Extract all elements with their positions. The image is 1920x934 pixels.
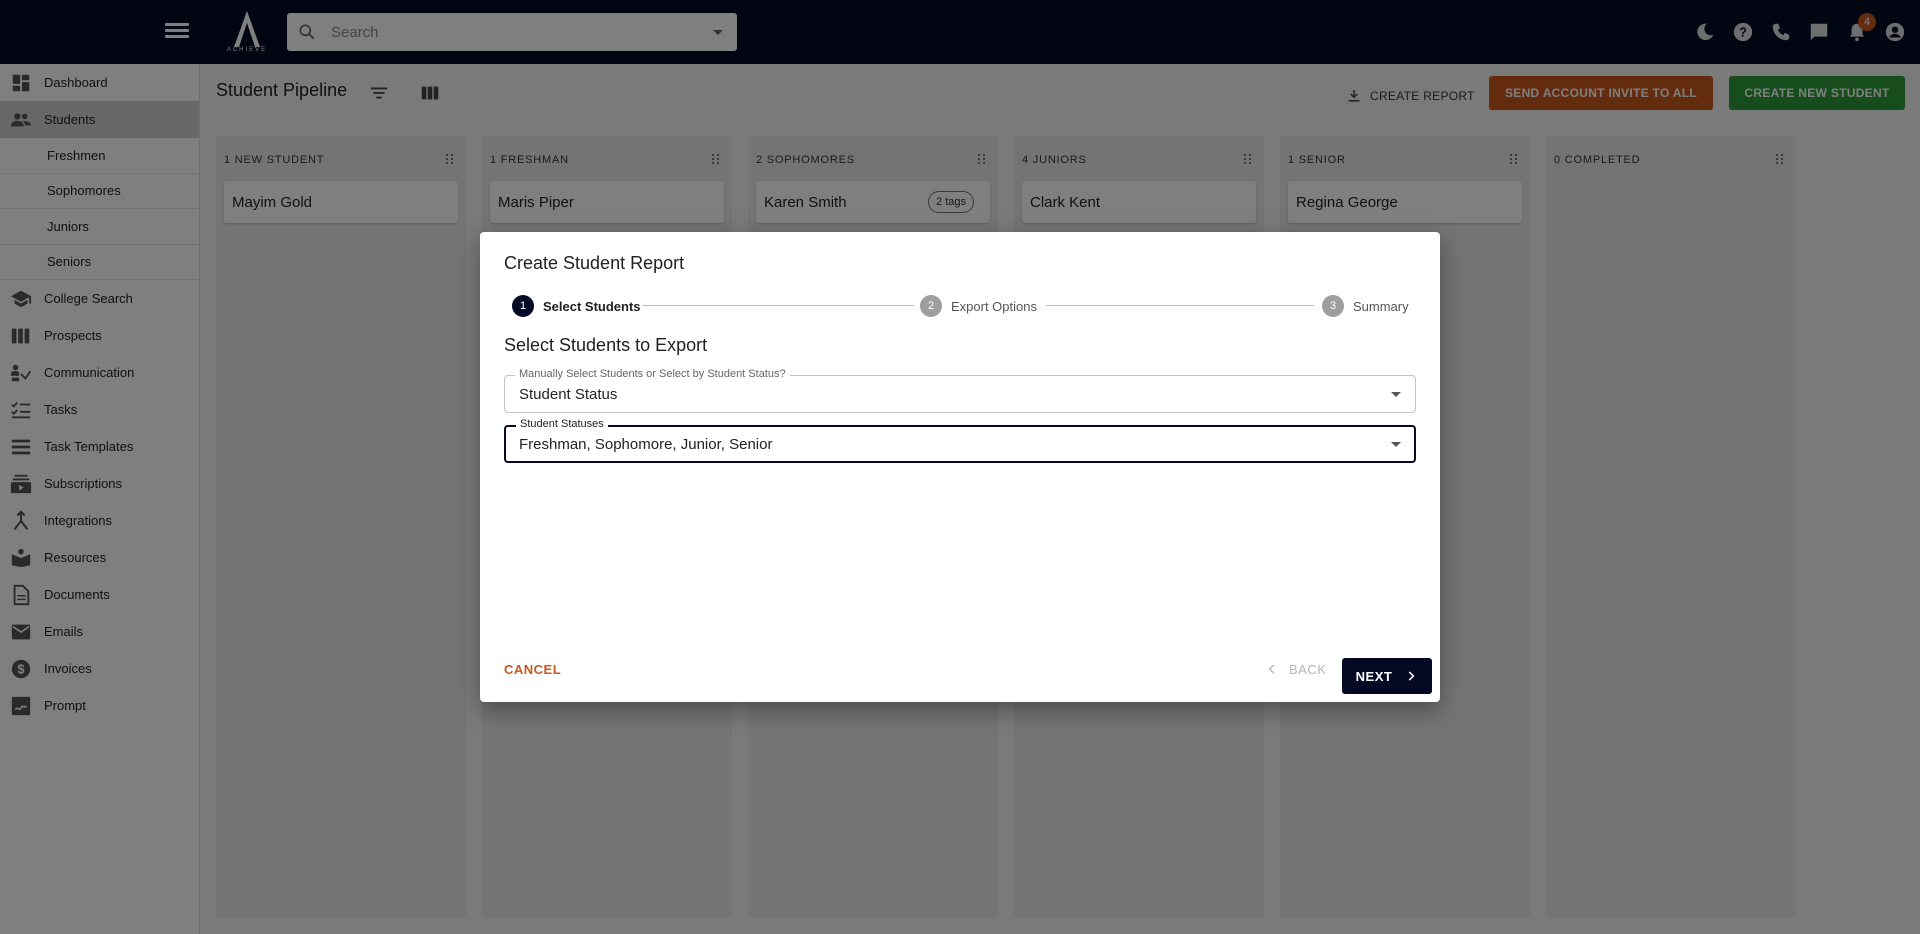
step-number: 3 [1322,295,1344,317]
step-export-options: 2 Export Options [920,294,1037,318]
chevron-left-icon [1268,664,1275,674]
next-button[interactable]: NEXT [1342,658,1432,694]
dropdown-arrow-icon [1391,392,1401,397]
field-value: Student Status [519,386,618,403]
stepper: 1 Select Students 2 Export Options 3 Sum… [512,294,1409,318]
dropdown-arrow-icon [1391,442,1401,447]
field-label: Student Statuses [516,418,608,430]
student-statuses-select[interactable]: Student Statuses Freshman, Sophomore, Ju… [504,418,1416,463]
cancel-button[interactable]: CANCEL [496,652,569,686]
chevron-right-icon [1409,671,1415,681]
step-label: Export Options [951,298,1037,314]
create-student-report-dialog: Create Student Report 1 Select Students … [480,232,1440,702]
section-title: Select Students to Export [504,335,708,355]
field-value: Freshman, Sophomore, Junior, Senior [519,436,773,453]
step-connector [642,305,914,306]
step-summary: 3 Summary [1322,294,1409,318]
step-connector [1046,305,1314,306]
selection-mode-select[interactable]: Manually Select Students or Select by St… [504,368,1416,413]
field-label: Manually Select Students or Select by St… [515,368,790,380]
dialog-title: Create Student Report [504,253,685,273]
step-label: Summary [1353,298,1409,314]
next-label: NEXT [1355,668,1393,684]
step-label: Select Students [543,298,641,314]
back-button[interactable]: BACK [1265,652,1326,686]
step-number: 1 [512,295,534,317]
step-number: 2 [920,295,942,317]
step-select-students: 1 Select Students [512,294,641,318]
back-label: BACK [1289,661,1327,677]
